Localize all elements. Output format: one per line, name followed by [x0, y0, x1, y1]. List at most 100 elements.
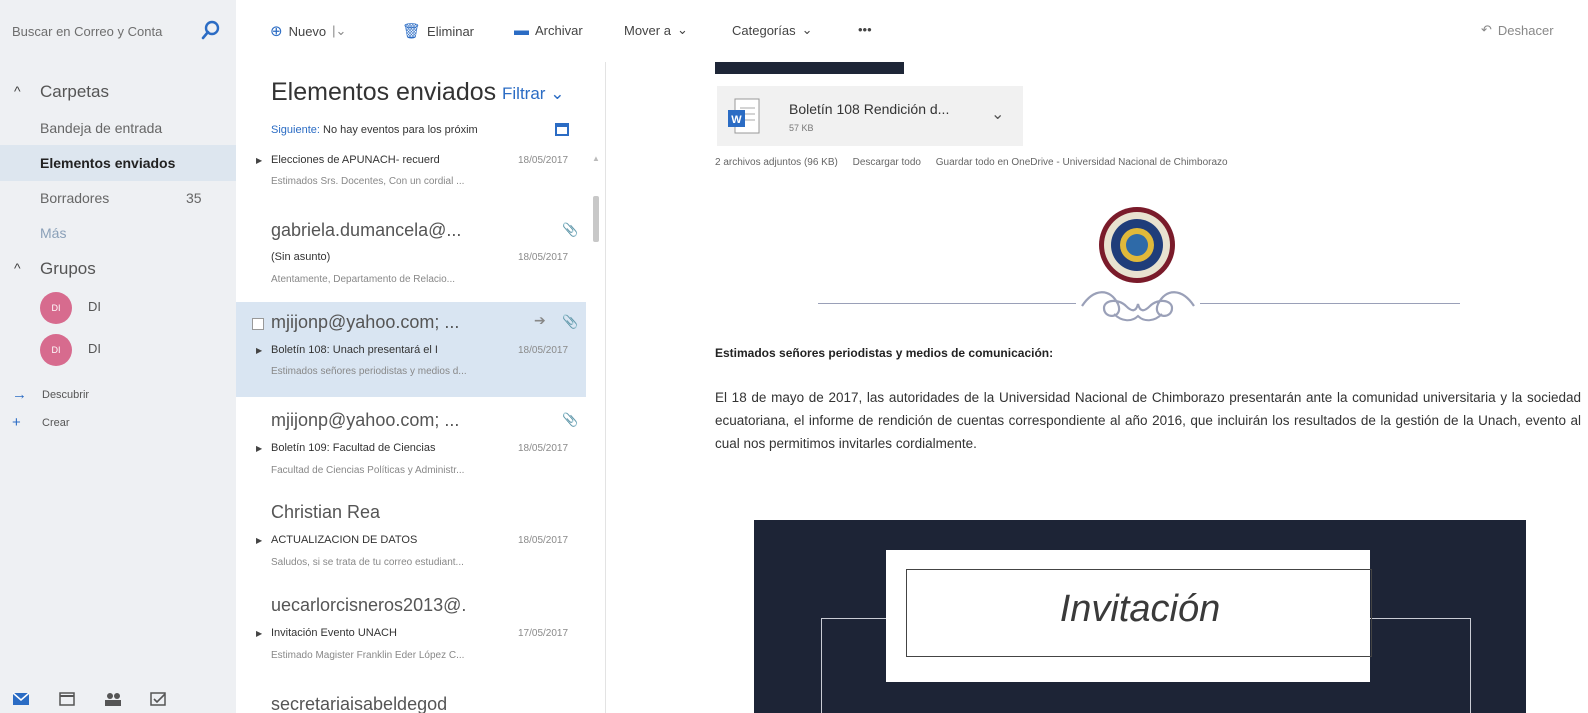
- move-to-button[interactable]: Mover a ⌄: [624, 22, 688, 38]
- list-item[interactable]: uecarlorcisneros2013@. ▶ Invitación Even…: [236, 586, 586, 678]
- search-box[interactable]: Buscar en Correo y Conta: [0, 0, 236, 62]
- folder-inbox-label: Bandeja de entrada: [40, 120, 163, 136]
- message-date: 18/05/2017: [518, 345, 569, 356]
- message-from: gabriela.dumancela@...: [271, 220, 462, 240]
- message-from: mjijonp@yahoo.com; ...: [271, 410, 460, 430]
- svg-text:W: W: [731, 114, 742, 126]
- calendar-icon[interactable]: [555, 123, 569, 136]
- select-checkbox[interactable]: [252, 318, 264, 330]
- list-item[interactable]: secretariaisabeldegod: [236, 678, 586, 713]
- avatar: DI: [40, 292, 72, 324]
- list-item[interactable]: mjijonp@yahoo.com; ... 📎 ▶ Boletín 109: …: [236, 400, 586, 492]
- image-thumbnail[interactable]: [715, 62, 904, 74]
- scrollbar-thumb[interactable]: [593, 196, 599, 242]
- folder-inbox[interactable]: Bandeja de entrada: [0, 110, 236, 146]
- create-link[interactable]: + Crear: [0, 409, 236, 437]
- categories-button[interactable]: Categorías ⌄: [732, 22, 813, 38]
- message-list: Elementos enviados Filtrar ⌄ Siguiente: …: [236, 62, 606, 713]
- discover-label: Descubrir: [42, 389, 90, 401]
- invitation-card-border: Invitación: [906, 569, 1372, 657]
- expand-icon[interactable]: ▶: [256, 156, 262, 165]
- message-date: 18/05/2017: [518, 535, 569, 546]
- forward-icon: ➔: [534, 312, 546, 328]
- app-switcher: [0, 688, 236, 713]
- undo-icon: ↶: [1481, 22, 1492, 37]
- message-preview: Estimados señores periodistas y medios d…: [271, 366, 467, 377]
- list-item[interactable]: gabriela.dumancela@... 📎 (Sin asunto) 18…: [236, 212, 586, 298]
- word-document-icon: W: [728, 98, 760, 134]
- message-from: mjijonp@yahoo.com; ...: [271, 312, 460, 332]
- folders-header-label: Carpetas: [40, 82, 109, 101]
- calendar-icon[interactable]: [58, 692, 76, 706]
- more-icon: •••: [858, 22, 872, 37]
- more-actions-button[interactable]: •••: [858, 22, 872, 37]
- search-icon[interactable]: [200, 19, 222, 41]
- expand-icon[interactable]: ▶: [256, 629, 262, 638]
- group-item[interactable]: DI DI: [0, 330, 236, 370]
- group-name: DI: [88, 341, 101, 356]
- trash-icon: 🗑: [402, 23, 422, 40]
- left-sidebar: Buscar en Correo y Conta ^ Carpetas Band…: [0, 0, 236, 713]
- message-preview: Estimado Magister Franklin Eder López C.…: [271, 650, 465, 661]
- group-item[interactable]: DI DI: [0, 288, 236, 328]
- drafts-count: 35: [186, 190, 202, 206]
- folder-drafts-label: Borradores: [40, 190, 110, 206]
- folder-sent[interactable]: Elementos enviados: [0, 145, 236, 181]
- message-from: Christian Rea: [271, 502, 381, 522]
- undo-label: Deshacer: [1497, 22, 1554, 38]
- command-toolbar: ⊕ Nuevo |⌄ 🗑 Eliminar ▬ Archivar Mover a…: [236, 0, 1588, 62]
- chevron-down-icon[interactable]: |⌄: [332, 23, 346, 39]
- new-button-label: Nuevo: [288, 23, 327, 39]
- groups-header[interactable]: ^ Grupos: [0, 251, 236, 287]
- ornament-flourish: [1081, 291, 1195, 322]
- discover-link[interactable]: → Descubrir: [0, 381, 236, 409]
- delete-button[interactable]: 🗑 Eliminar: [402, 22, 474, 40]
- chevron-down-icon: ⌄: [676, 22, 688, 37]
- archive-button-label: Archivar: [535, 23, 583, 38]
- filter-button[interactable]: Filtrar ⌄: [502, 84, 564, 104]
- divider-line: [1200, 303, 1460, 304]
- download-all-link[interactable]: Descargar todo: [853, 157, 921, 168]
- message-subject: Boletín 109: Facultad de Ciencias: [271, 442, 436, 454]
- list-item[interactable]: mjijonp@yahoo.com; ... ➔ 📎 ▶ Boletín 108…: [236, 302, 586, 397]
- archive-button[interactable]: ▬ Archivar: [514, 22, 583, 39]
- list-item[interactable]: ▶ Elecciones de APUNACH- recuerd 18/05/2…: [236, 150, 586, 200]
- avatar: DI: [40, 334, 72, 366]
- plus-circle-icon: ⊕: [270, 23, 283, 40]
- people-icon[interactable]: [104, 692, 122, 706]
- expand-icon[interactable]: ▶: [256, 536, 262, 545]
- search-input[interactable]: Buscar en Correo y Conta: [12, 24, 162, 39]
- attachment-name: Boletín 108 Rendición d...: [789, 101, 950, 117]
- tasks-icon[interactable]: [150, 692, 168, 706]
- save-onedrive-link[interactable]: Guardar todo en OneDrive - Universidad N…: [936, 157, 1228, 168]
- new-button[interactable]: ⊕ Nuevo |⌄: [270, 22, 346, 40]
- invitation-card: Invitación: [886, 550, 1372, 682]
- folder-drafts[interactable]: Borradores 35: [0, 180, 236, 216]
- folders-header[interactable]: ^ Carpetas: [0, 74, 236, 110]
- message-preview: Atentamente, Departamento de Relacio...: [271, 274, 455, 285]
- expand-icon[interactable]: ▶: [256, 444, 262, 453]
- archive-icon: ▬: [514, 22, 529, 39]
- chevron-down-icon[interactable]: ⌄: [991, 104, 1004, 124]
- expand-icon[interactable]: ▶: [256, 346, 262, 355]
- reading-pane: W Boletín 108 Rendición d... 57 KB ⌄ 2 a…: [606, 62, 1588, 713]
- folder-title: Elementos enviados: [271, 78, 497, 106]
- attachments-count: 2 archivos adjuntos (96 KB): [715, 157, 838, 168]
- attachments-bar: 2 archivos adjuntos (96 KB) Descargar to…: [715, 157, 1240, 168]
- email-greeting: Estimados señores periodistas y medios d…: [715, 346, 1054, 360]
- message-subject: ACTUALIZACION DE DATOS: [271, 534, 418, 546]
- mail-icon[interactable]: [12, 692, 30, 706]
- scroll-up-arrow[interactable]: ▲: [592, 154, 600, 163]
- message-preview: Saludos, si se trata de tu correo estudi…: [271, 557, 464, 568]
- folder-more[interactable]: Más: [0, 215, 236, 251]
- message-date: 17/05/2017: [518, 628, 569, 639]
- upcoming-text: No hay eventos para los próxim: [323, 124, 478, 136]
- message-date: 18/05/2017: [518, 252, 569, 263]
- chevron-down-icon: ⌄: [801, 22, 813, 37]
- folder-more-label: Más: [40, 225, 67, 241]
- list-item[interactable]: Christian Rea ▶ ACTUALIZACION DE DATOS 1…: [236, 494, 586, 586]
- message-date: 18/05/2017: [518, 155, 569, 166]
- undo-button[interactable]: ↶ Deshacer: [1481, 22, 1554, 38]
- message-from: uecarlorcisneros2013@.: [271, 595, 467, 615]
- attachment-card[interactable]: W Boletín 108 Rendición d... 57 KB ⌄: [717, 86, 1023, 146]
